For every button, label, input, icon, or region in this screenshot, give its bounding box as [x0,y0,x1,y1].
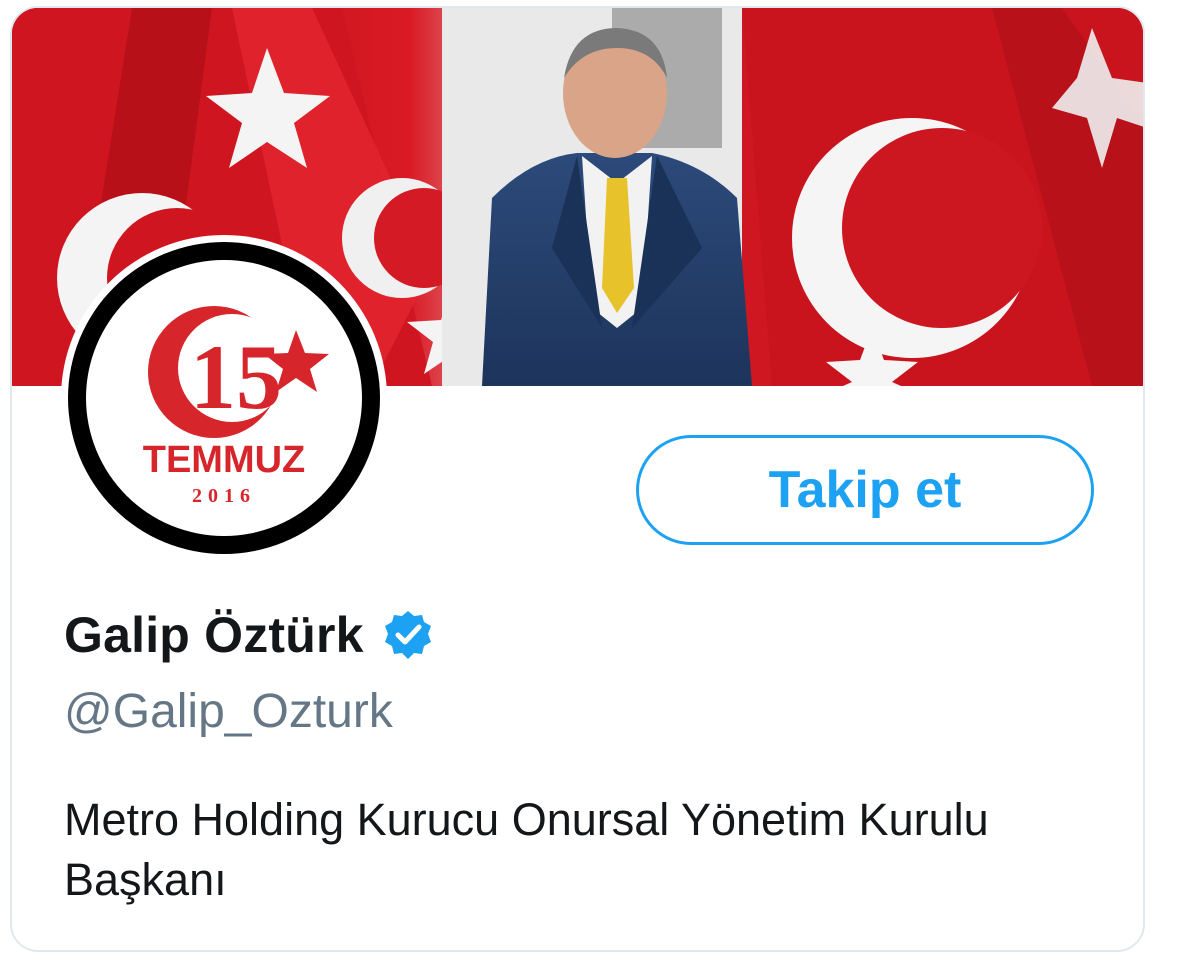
profile-card: 15 TEMMUZ 2016 Takip et Galip Öztürk @Ga… [10,6,1145,952]
verified-badge-icon [382,609,434,661]
temmuz-logo-icon: 15 TEMMUZ 2016 [143,306,329,507]
profile-handle[interactable]: @Galip_Ozturk [64,684,393,739]
logo-text: TEMMUZ [143,439,306,481]
display-name[interactable]: Galip Öztürk [64,606,364,664]
logo-year: 2016 [192,485,256,507]
follow-button[interactable]: Takip et [636,435,1094,545]
logo-number: 15 [190,326,282,428]
profile-bio: Metro Holding Kurucu Onursal Yönetim Kur… [64,794,989,905]
avatar-logo: 15 TEMMUZ 2016 [86,260,362,536]
avatar[interactable]: 15 TEMMUZ 2016 [61,235,387,561]
avatar-ring: 15 TEMMUZ 2016 [68,242,380,554]
name-row: Galip Öztürk [64,606,434,664]
